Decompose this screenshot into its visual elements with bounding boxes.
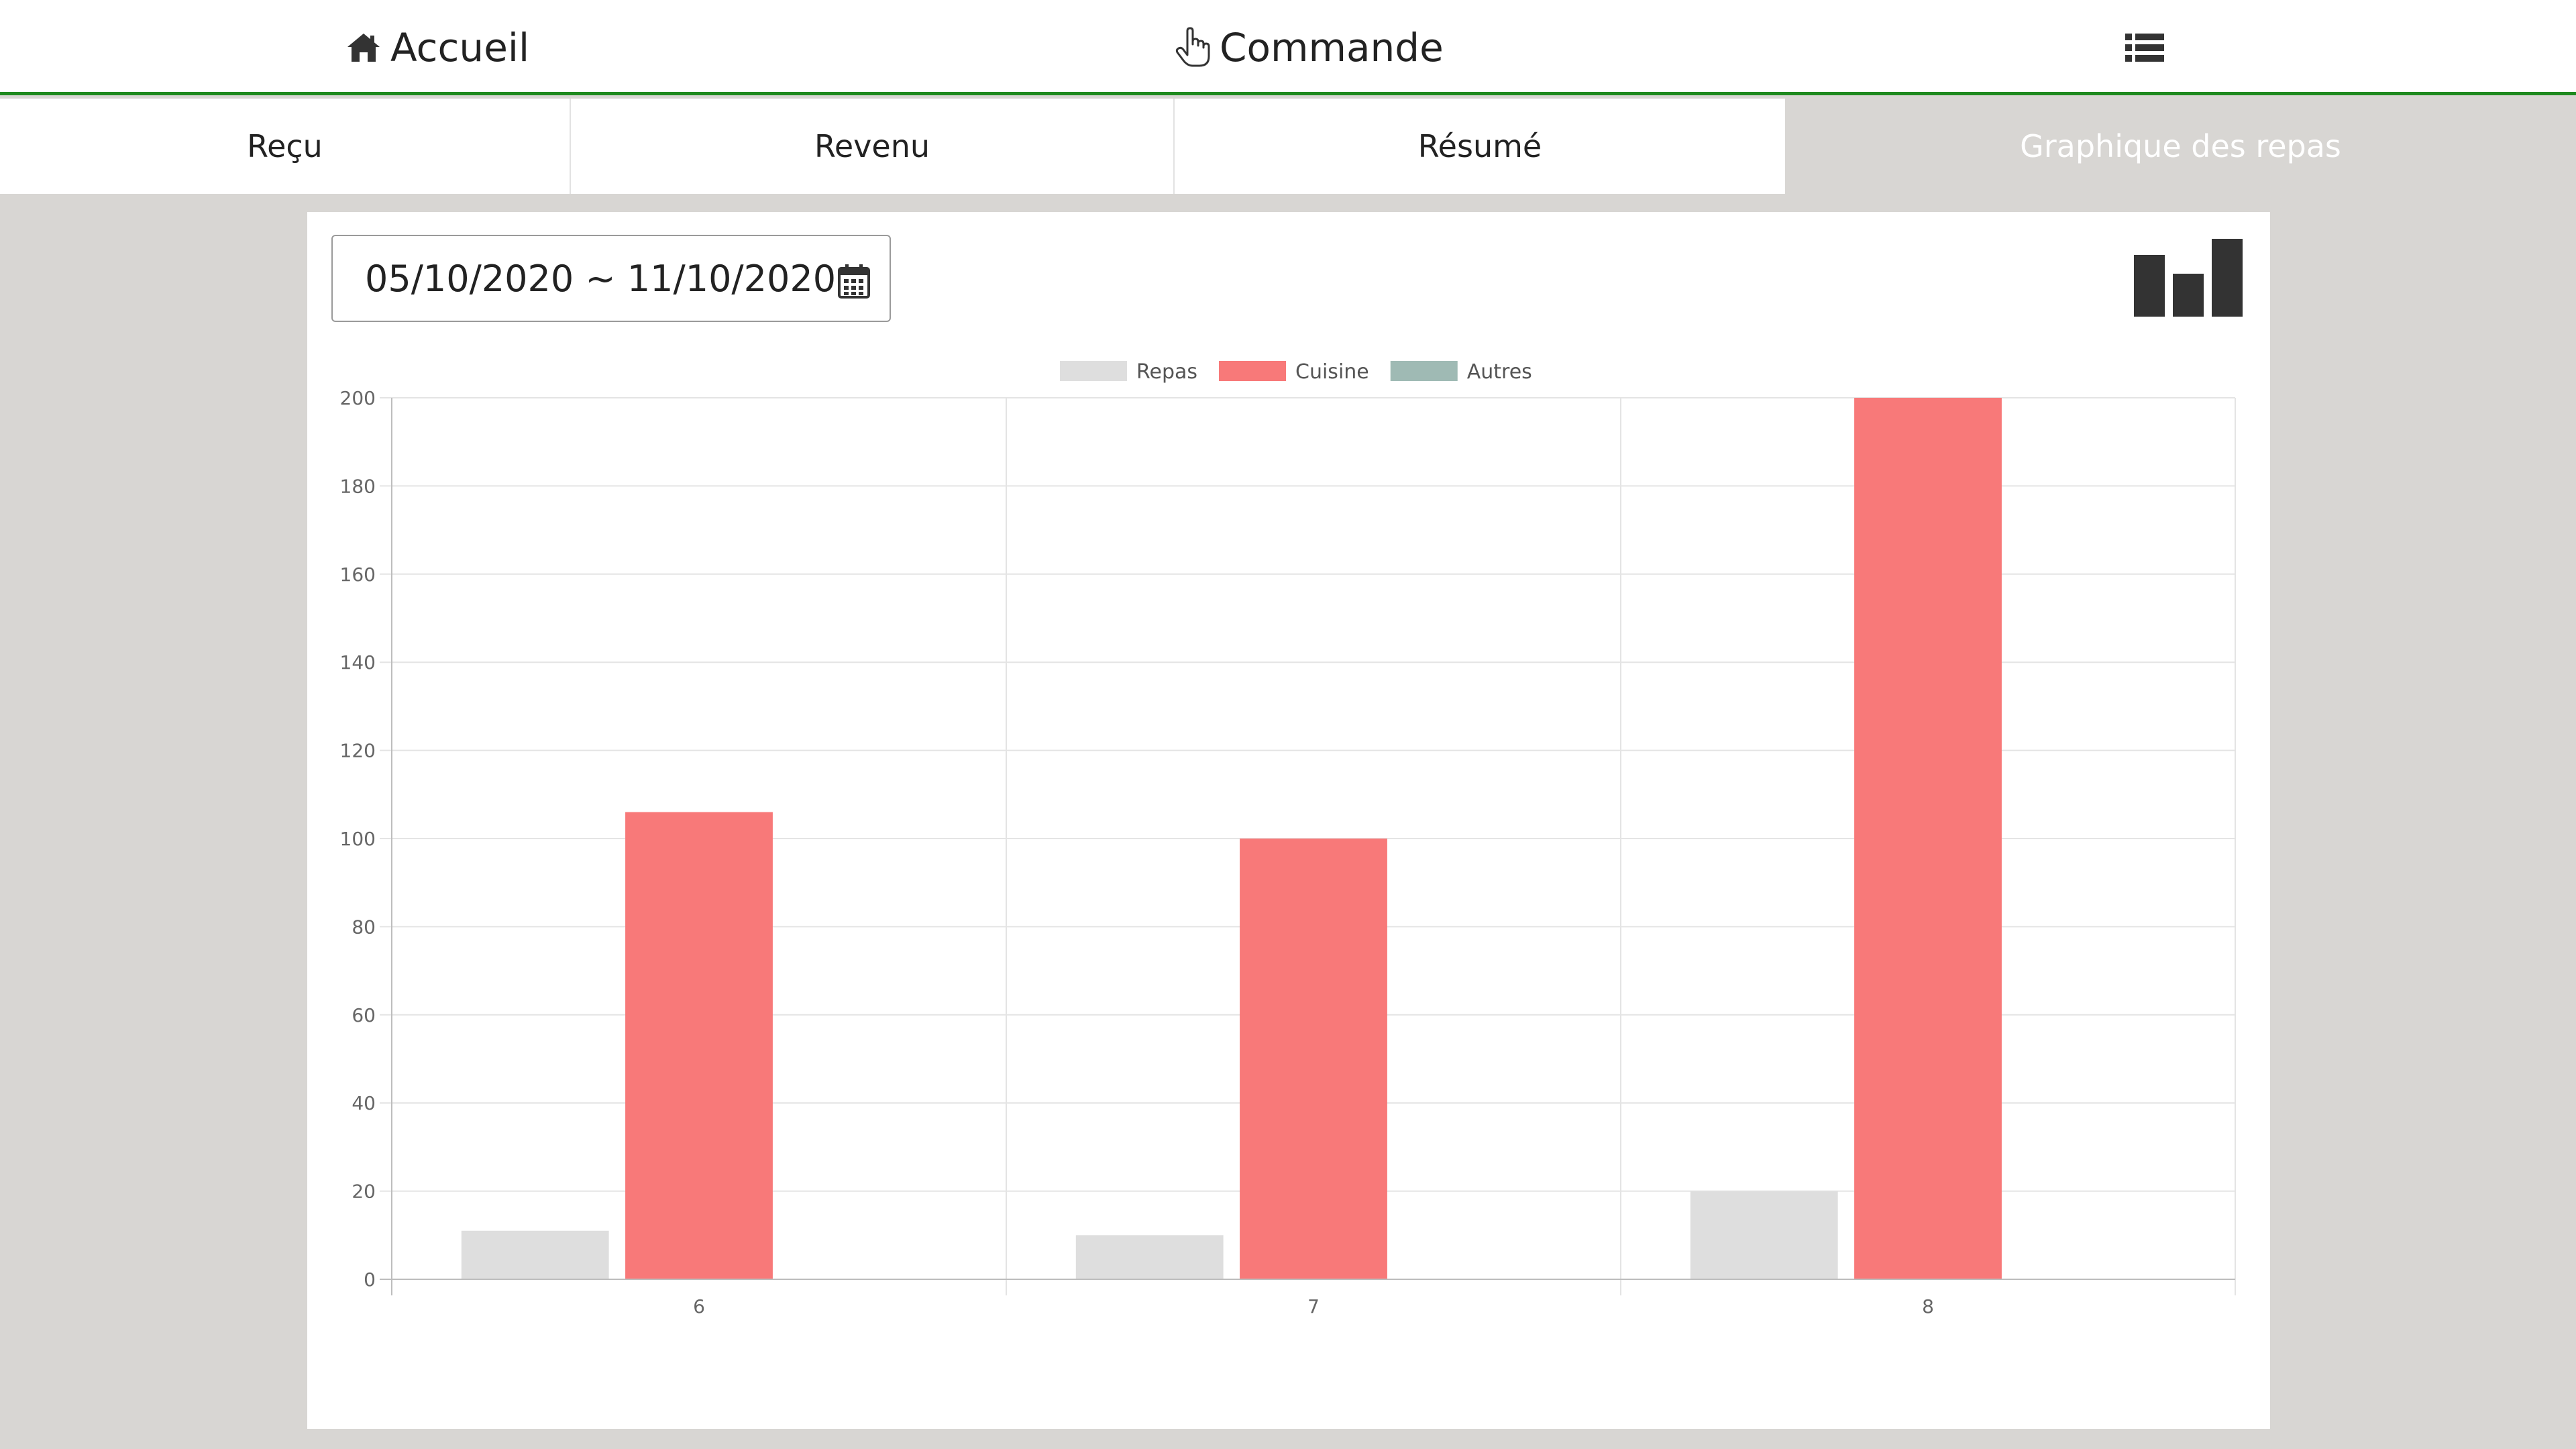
tab-bar: Reçu Revenu Résumé Graphique des repas — [0, 99, 2576, 194]
y-tick-label: 120 — [340, 740, 376, 762]
tab-summary[interactable]: Résumé — [1175, 99, 1785, 194]
y-tick-label: 40 — [352, 1092, 376, 1114]
x-tick-label: 6 — [693, 1295, 705, 1318]
tab-meal-chart[interactable]: Graphique des repas — [1785, 99, 2576, 194]
chart-bars: 6 7 8 — [461, 398, 2002, 1318]
chart-panel: 05/10/2020 ~ 11/10/2020 Repas Cuisine Au… — [307, 212, 2270, 1429]
bar-chart-icon — [2134, 239, 2245, 319]
legend-swatch — [1060, 361, 1127, 381]
y-tick-label: 140 — [340, 651, 376, 674]
y-tick-label: 0 — [364, 1269, 376, 1291]
y-tick-label: 180 — [340, 475, 376, 497]
bar-cuisine-6 — [625, 812, 773, 1279]
legend-label: Autres — [1467, 360, 1532, 384]
calendar-icon[interactable] — [837, 263, 871, 308]
nav-home-label: Accueil — [390, 25, 530, 70]
legend-swatch — [1390, 361, 1458, 381]
tab-revenue[interactable]: Revenu — [571, 99, 1175, 194]
legend-label: Repas — [1136, 360, 1197, 384]
bar-repas-7 — [1075, 1235, 1224, 1279]
bar-repas-6 — [461, 1230, 609, 1279]
x-tick-label: 8 — [1922, 1295, 1934, 1318]
date-range-picker[interactable]: 05/10/2020 ~ 11/10/2020 — [331, 235, 891, 322]
y-tick-label: 200 — [340, 387, 376, 409]
tab-receipt[interactable]: Reçu — [0, 99, 571, 194]
legend-swatch — [1219, 361, 1287, 381]
list-icon — [2125, 34, 2164, 62]
home-icon — [346, 32, 381, 63]
top-navigation: Accueil Commande — [0, 0, 2576, 95]
nav-order-label: Commande — [1220, 25, 1444, 70]
bar-repas-8 — [1690, 1191, 1838, 1279]
y-tick-label: 20 — [352, 1181, 376, 1203]
y-tick-label: 60 — [352, 1004, 376, 1026]
legend-label: Cuisine — [1295, 360, 1369, 384]
menu-list-button[interactable] — [2125, 0, 2164, 95]
bar-cuisine-7 — [1240, 839, 1387, 1279]
bar-chart-toggle-button[interactable] — [2134, 239, 2245, 319]
meal-bar-chart: Repas Cuisine Autres 0 20 40 60 80 100 120 140 160… — [340, 360, 2236, 1318]
nav-order-link[interactable]: Commande — [1175, 0, 1444, 95]
nav-home-link[interactable]: Accueil — [346, 0, 529, 95]
y-tick-label: 80 — [352, 916, 376, 938]
chart-legend: Repas Cuisine Autres — [1060, 360, 1532, 384]
bar-cuisine-8 — [1854, 398, 2002, 1279]
date-range-value: 05/10/2020 ~ 11/10/2020 — [365, 257, 837, 300]
pointer-hand-icon — [1175, 27, 1210, 68]
x-tick-label: 7 — [1307, 1295, 1320, 1318]
y-tick-label: 160 — [340, 564, 376, 586]
y-tick-label: 100 — [340, 828, 376, 850]
